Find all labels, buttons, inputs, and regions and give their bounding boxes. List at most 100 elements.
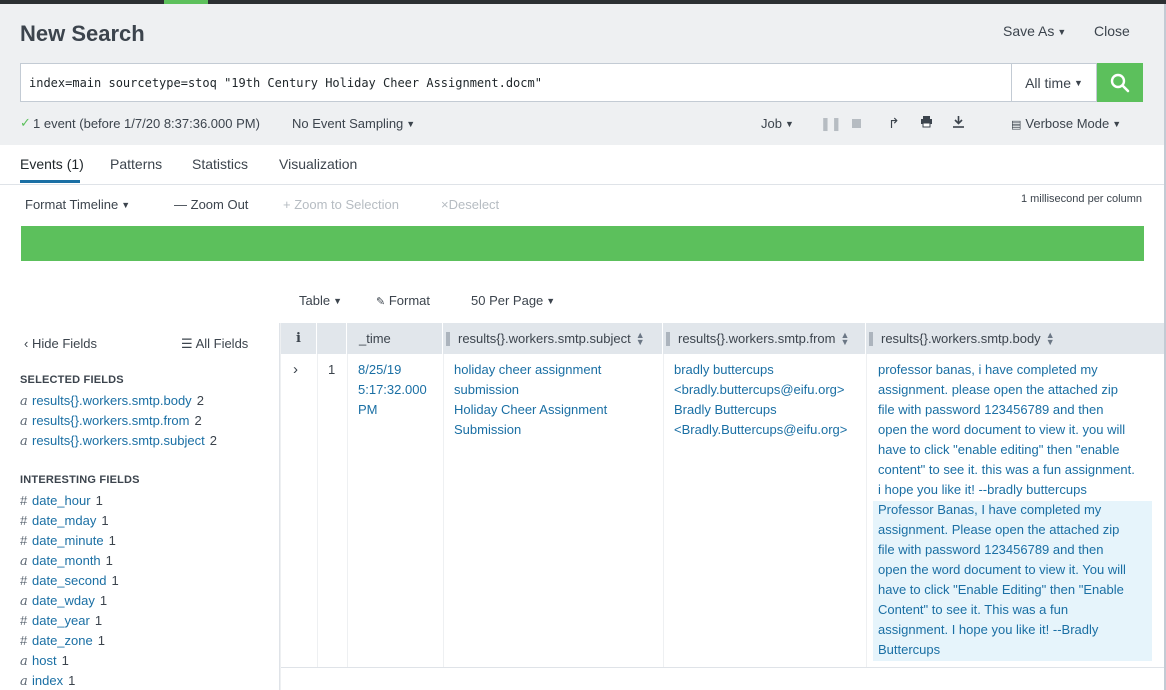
sort-icon[interactable]: ▲ ▼ — [1046, 330, 1055, 346]
search-button[interactable] — [1097, 63, 1143, 102]
time-line: PM — [358, 402, 378, 417]
body-cell[interactable]: professor banas, i have completed my assi… — [878, 360, 1135, 660]
field-name[interactable]: results{}.workers.smtp.from — [32, 413, 190, 428]
format-button[interactable]: ✎ Format — [376, 293, 430, 308]
field-name[interactable]: results{}.workers.smtp.subject — [32, 433, 205, 448]
chevron-left-icon: ‹ — [24, 336, 29, 351]
caret-down-icon: ▼ — [1073, 77, 1083, 88]
field-name[interactable]: results{}.workers.smtp.body — [32, 393, 192, 408]
event-sampling-dropdown[interactable]: No Event Sampling ▼ — [292, 116, 415, 131]
time-cell[interactable]: 8/25/19 5:17:32.000 PM — [358, 360, 427, 420]
string-field-icon: a — [20, 414, 28, 429]
field-name[interactable]: date_zone — [32, 633, 93, 648]
field-count: 2 — [196, 393, 204, 408]
per-page-dropdown[interactable]: 50 Per Page ▼ — [471, 293, 555, 308]
column-divider — [443, 354, 444, 667]
pause-icon[interactable]: ❚❚ — [820, 116, 842, 132]
print-icon[interactable] — [920, 115, 933, 131]
deselect-button[interactable]: ×Deselect — [441, 197, 499, 212]
column-header-subject[interactable]: results{}.workers.smtp.subject ▲ ▼ — [443, 323, 663, 354]
field-item[interactable]: # date_minute 1 — [20, 531, 116, 551]
field-name[interactable]: date_hour — [32, 493, 91, 508]
column-header-time-label: _time — [359, 331, 391, 346]
search-input[interactable] — [20, 63, 1012, 102]
field-name[interactable]: date_year — [32, 613, 90, 628]
body-line: have to click "Enable Editing" then "Ena… — [878, 582, 1124, 597]
table-view-dropdown[interactable]: Table ▼ — [299, 293, 342, 308]
hide-fields-button[interactable]: ‹ Hide Fields — [24, 336, 97, 351]
field-name[interactable]: host — [32, 653, 57, 668]
from-cell[interactable]: bradly buttercups <bradly.buttercups@eifu… — [674, 360, 847, 440]
field-item[interactable]: # date_second 1 — [20, 571, 119, 591]
column-header-from[interactable]: results{}.workers.smtp.from ▲ ▼ — [663, 323, 866, 354]
save-as-label: Save As — [1003, 23, 1055, 39]
search-mode-dropdown[interactable]: ▤ Verbose Mode ▼ — [1011, 116, 1121, 131]
body-line: file with password 123456789 and then — [878, 542, 1104, 557]
field-item[interactable]: a results{}.workers.smtp.body 2 — [20, 391, 204, 411]
tab-events[interactable]: Events (1) — [20, 156, 84, 172]
numeric-field-icon: # — [20, 573, 28, 588]
time-range-picker[interactable]: All time ▼ — [1011, 63, 1097, 102]
field-item[interactable]: a index 1 — [20, 671, 75, 690]
format-timeline-button[interactable]: Format Timeline ▼ — [25, 197, 130, 212]
column-header-body[interactable]: results{}.workers.smtp.body ▲ ▼ — [866, 323, 1164, 354]
expand-row-chevron-icon[interactable]: › — [293, 360, 298, 380]
field-count: 2 — [194, 413, 202, 428]
body-line: file with password 123456789 and then — [878, 402, 1104, 417]
tab-visualization[interactable]: Visualization — [279, 156, 357, 172]
field-name[interactable]: date_month — [32, 553, 101, 568]
zoom-to-selection-button[interactable]: + Zoom to Selection — [283, 197, 399, 212]
field-item[interactable]: # date_zone 1 — [20, 631, 105, 651]
drag-handle-icon[interactable] — [666, 331, 670, 346]
subject-cell[interactable]: holiday cheer assignment submission Holida… — [454, 360, 607, 440]
timeline-scale: 1 millisecond per column — [1020, 193, 1142, 205]
drag-handle-icon[interactable] — [869, 331, 873, 346]
field-count: 2 — [209, 433, 217, 448]
field-name[interactable]: date_mday — [32, 513, 96, 528]
field-item[interactable]: # date_mday 1 — [20, 511, 109, 531]
tab-statistics[interactable]: Statistics — [192, 156, 248, 172]
hide-fields-label: Hide Fields — [31, 336, 97, 351]
field-item[interactable]: a host 1 — [20, 651, 69, 671]
field-name[interactable]: date_wday — [32, 593, 95, 608]
field-item[interactable]: a date_month 1 — [20, 551, 113, 571]
sort-icon[interactable]: ▲ ▼ — [636, 330, 645, 346]
format-timeline-label: Format Timeline — [25, 197, 119, 212]
time-range-label: All time — [1025, 74, 1071, 91]
column-header-time[interactable]: _time — [347, 323, 443, 354]
job-label: Job — [761, 116, 782, 131]
field-item[interactable]: a results{}.workers.smtp.from 2 — [20, 411, 202, 431]
export-icon[interactable] — [952, 115, 965, 131]
column-header-subject-label: results{}.workers.smtp.subject — [458, 331, 631, 346]
event-sampling-label: No Event Sampling — [292, 116, 404, 131]
caret-down-icon: ▼ — [546, 296, 556, 306]
from-line: Bradly Buttercups — [674, 402, 777, 417]
sort-icon[interactable]: ▲ ▼ — [841, 330, 850, 346]
caret-down-icon: ▼ — [784, 119, 794, 129]
drag-handle-icon[interactable] — [446, 331, 450, 346]
body-line: assignment. please open the attached zip — [878, 382, 1118, 397]
timeline-histogram[interactable] — [21, 226, 1144, 261]
job-dropdown[interactable]: Job ▼ — [761, 116, 794, 131]
field-name[interactable]: date_second — [32, 573, 106, 588]
stop-icon[interactable] — [852, 119, 861, 128]
tab-patterns[interactable]: Patterns — [110, 156, 162, 172]
body-line: Buttercups — [878, 642, 941, 657]
close-button[interactable]: Close — [1094, 23, 1130, 39]
numeric-field-icon: # — [20, 613, 28, 628]
field-name[interactable]: index — [32, 673, 63, 688]
field-item[interactable]: # date_hour 1 — [20, 491, 103, 511]
all-fields-button[interactable]: ☰ All Fields — [181, 336, 248, 352]
share-icon[interactable]: ↱ — [888, 115, 900, 132]
caret-down-icon: ▼ — [1057, 27, 1067, 37]
field-item[interactable]: # date_year 1 — [20, 611, 102, 631]
save-as-button[interactable]: Save As ▼ — [1003, 23, 1066, 39]
zoom-out-button[interactable]: — Zoom Out — [174, 197, 248, 212]
caret-down-icon: ▼ — [333, 296, 342, 306]
numeric-field-icon: # — [20, 513, 28, 528]
field-count: 1 — [97, 633, 105, 648]
field-name[interactable]: date_minute — [32, 533, 104, 548]
field-item[interactable]: a results{}.workers.smtp.subject 2 — [20, 431, 217, 451]
format-label: Format — [388, 293, 431, 308]
field-item[interactable]: a date_wday 1 — [20, 591, 107, 611]
